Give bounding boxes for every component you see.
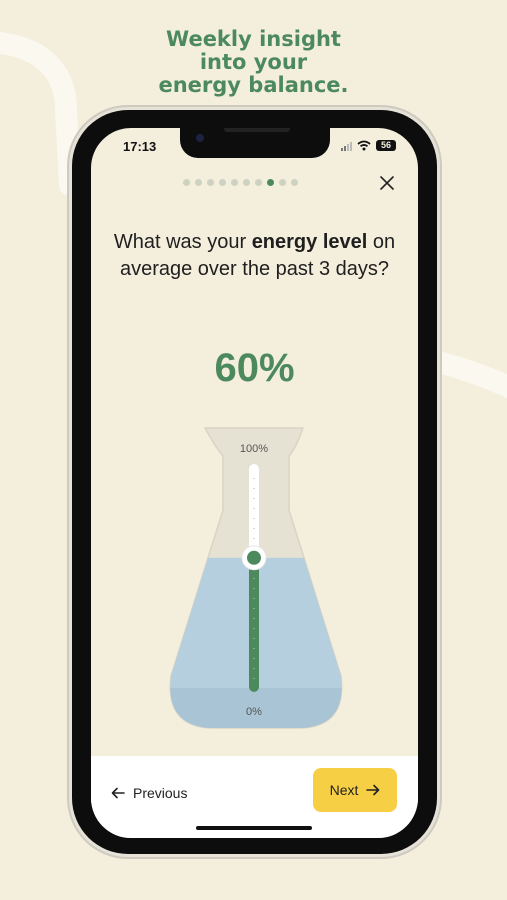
headline-line-3: energy balance. <box>158 73 349 97</box>
speaker <box>224 128 290 132</box>
slider-tick <box>253 678 255 679</box>
energy-flask-slider[interactable]: 100% 0% <box>161 426 351 731</box>
arrow-right-icon <box>366 784 380 796</box>
slider-tick <box>253 578 255 579</box>
notch <box>180 128 330 158</box>
battery-icon: 56 <box>376 140 396 151</box>
slider-tick <box>253 588 255 589</box>
slider-tick <box>253 628 255 629</box>
headline-line-2: into your <box>199 50 308 74</box>
previous-label: Previous <box>133 785 188 801</box>
slider-tick <box>253 668 255 669</box>
progress-dot <box>243 179 250 186</box>
slider-tick <box>253 608 255 609</box>
progress-dot <box>219 179 226 186</box>
progress-dot <box>231 179 238 186</box>
slider-tick <box>253 638 255 639</box>
question-emphasis: energy level <box>251 231 368 253</box>
wifi-icon <box>357 140 371 151</box>
close-icon[interactable] <box>378 174 396 192</box>
progress-dot <box>195 179 202 186</box>
bottom-navigation: Previous Next <box>91 756 418 838</box>
slider-tick <box>253 658 255 659</box>
slider-max-label: 100% <box>240 443 268 455</box>
progress-dot <box>267 179 274 186</box>
previous-button[interactable]: Previous <box>111 778 187 808</box>
progress-dot <box>279 179 286 186</box>
next-label: Next <box>329 782 359 798</box>
slider-tick <box>253 618 255 619</box>
slider-tick <box>253 518 255 519</box>
slider-tick <box>253 508 255 509</box>
headline: Weekly insight into your energy balance. <box>0 28 507 97</box>
slider-fill <box>249 557 259 692</box>
slider-ticks <box>253 478 255 679</box>
progress-dot <box>207 179 214 186</box>
slider-tick <box>253 478 255 479</box>
slider-tick <box>253 498 255 499</box>
phone-screen: 17:13 56 What was your energy level on a… <box>91 128 418 838</box>
home-indicator <box>196 826 312 830</box>
camera-icon <box>196 134 204 142</box>
slider-tick <box>253 648 255 649</box>
slider-tick <box>253 488 255 489</box>
slider-tick <box>253 538 255 539</box>
progress-dot <box>183 179 190 186</box>
slider-thumb[interactable] <box>241 545 267 571</box>
progress-dot <box>255 179 262 186</box>
next-button[interactable]: Next <box>313 768 397 812</box>
status-time: 17:13 <box>123 139 157 154</box>
question-text: What was your energy level on average ov… <box>103 229 406 283</box>
arrow-left-icon <box>111 787 125 799</box>
signal-icon <box>341 141 352 151</box>
progress-dot <box>291 179 298 186</box>
slider-tick <box>253 528 255 529</box>
energy-percentage: 60% <box>214 346 295 390</box>
slider-min-label: 0% <box>246 706 262 718</box>
question-prefix: What was your <box>113 231 252 253</box>
status-icons: 56 <box>341 140 396 151</box>
headline-line-1: Weekly insight <box>166 27 341 51</box>
slider-tick <box>253 598 255 599</box>
progress-dots <box>183 179 298 186</box>
